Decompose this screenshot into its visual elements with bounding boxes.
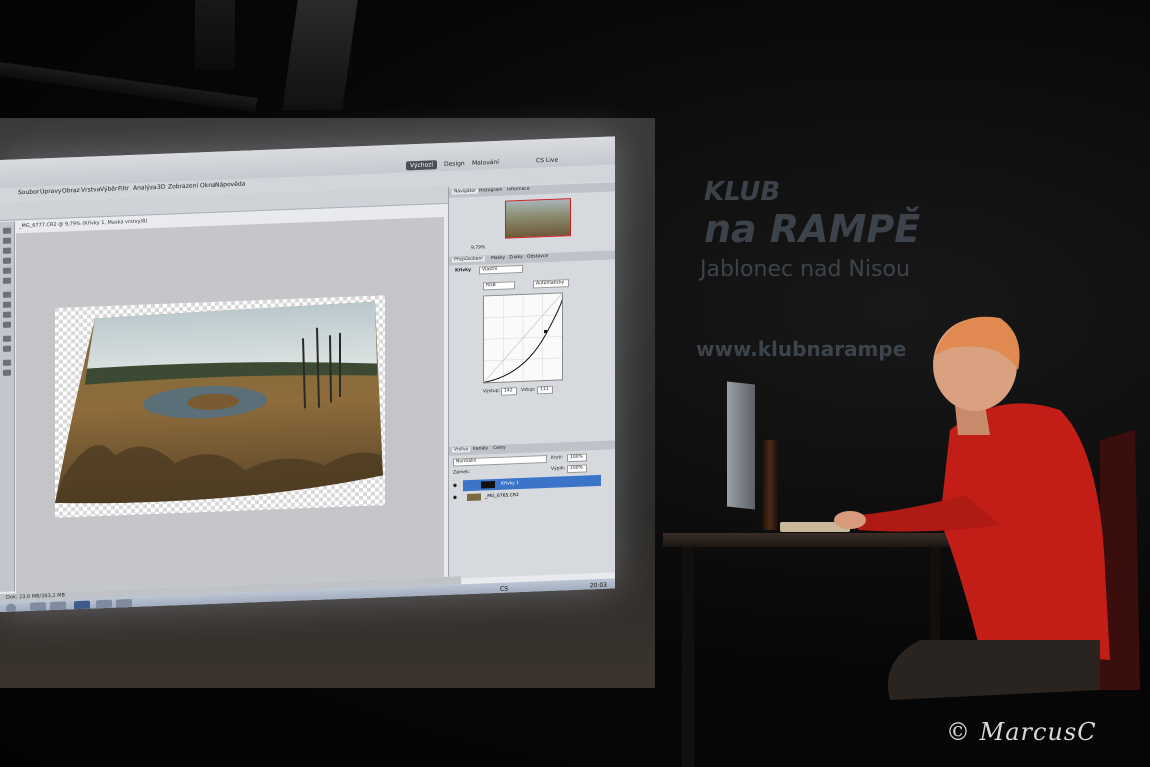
presenter bbox=[834, 316, 1140, 700]
layers-panel-tabs: Vrstvy Kanály Cesty bbox=[449, 440, 615, 456]
tab-navigator[interactable]: Navigátor bbox=[452, 188, 479, 195]
opacity-field[interactable]: 100% bbox=[567, 453, 587, 463]
cs-live-button[interactable]: CS Live bbox=[532, 155, 562, 165]
brush-tool-icon[interactable] bbox=[3, 291, 11, 298]
menu-item[interactable]: Vrstva bbox=[81, 186, 100, 194]
ceiling-beam bbox=[195, 0, 235, 70]
curves-graph[interactable] bbox=[483, 292, 563, 384]
workspace-button[interactable]: Výchozí bbox=[406, 160, 438, 171]
channel-select[interactable]: RGB bbox=[483, 281, 515, 291]
workspace-button[interactable]: Malování bbox=[468, 158, 503, 168]
type-tool-icon[interactable] bbox=[3, 345, 11, 352]
menu-item[interactable]: Výběr bbox=[100, 185, 117, 193]
menu-item[interactable]: Úpravy bbox=[40, 188, 61, 196]
tab-info[interactable]: Informace bbox=[507, 187, 530, 193]
projected-photoshop-window: Výchozí Design Malování CS Live Soubor Ú… bbox=[0, 136, 615, 612]
preset-select[interactable]: Vlastní bbox=[479, 264, 523, 275]
menu-item[interactable]: Filtr bbox=[118, 185, 129, 192]
tab-masks[interactable]: Masky bbox=[491, 256, 505, 262]
panels-dock: Navigátor Histogram Informace 9,79% Přiz… bbox=[448, 180, 615, 579]
curve-point bbox=[544, 329, 547, 334]
menu-item[interactable]: Analýza bbox=[133, 184, 157, 192]
language-indicator[interactable]: CS bbox=[500, 585, 508, 592]
adjustment-title: Křivky bbox=[455, 267, 472, 274]
hand-tool-icon[interactable] bbox=[3, 359, 11, 366]
eraser-tool-icon[interactable] bbox=[3, 311, 11, 318]
photographer-watermark: © MarcusC bbox=[946, 718, 1097, 746]
auto-button[interactable]: Automaticky bbox=[533, 279, 569, 289]
ceiling-beam bbox=[282, 0, 358, 110]
layer-mask-thumbnail bbox=[481, 480, 495, 489]
canvas-area[interactable] bbox=[16, 216, 444, 594]
photo-scene: Výchozí Design Malování CS Live Soubor Ú… bbox=[0, 0, 1150, 767]
menu-item[interactable]: Nápověda bbox=[215, 181, 245, 189]
stamp-tool-icon[interactable] bbox=[3, 301, 11, 308]
tab-paragraphs[interactable]: Odstavce bbox=[527, 254, 548, 260]
tab-channels[interactable]: Kanály bbox=[473, 446, 488, 452]
legs bbox=[888, 640, 1100, 700]
menu-item[interactable]: Obraz bbox=[62, 187, 80, 195]
pen-tool-icon[interactable] bbox=[3, 335, 11, 342]
eye-icon[interactable]: ● bbox=[453, 480, 457, 491]
laptop-screen bbox=[727, 381, 755, 510]
gradient-tool-icon[interactable] bbox=[3, 321, 11, 328]
sign-line-2: na RAMPĚ bbox=[704, 207, 921, 251]
layer-thumbnail bbox=[467, 493, 481, 502]
navigator-thumbnail[interactable] bbox=[505, 198, 571, 239]
taskbar-clock: 20:03 bbox=[589, 581, 607, 590]
menu-item[interactable]: Soubor bbox=[18, 188, 39, 196]
bottle bbox=[762, 440, 778, 530]
output-field[interactable]: 142 bbox=[501, 387, 517, 396]
opacity-label: Krytí: bbox=[551, 455, 563, 461]
input-field[interactable]: 111 bbox=[537, 385, 553, 395]
tab-histogram[interactable]: Histogram bbox=[479, 188, 502, 194]
tools-panel bbox=[0, 221, 15, 592]
hand bbox=[834, 511, 866, 529]
move-tool-icon[interactable] bbox=[3, 227, 11, 234]
menu-item[interactable]: Zobrazení bbox=[168, 182, 198, 190]
panorama-image bbox=[55, 295, 385, 518]
torso bbox=[940, 403, 1110, 660]
tab-layers[interactable]: Vrstvy bbox=[452, 446, 471, 453]
eyedropper-tool-icon[interactable] bbox=[3, 277, 11, 284]
start-button[interactable] bbox=[6, 603, 16, 612]
sign-line-1: KLUB bbox=[704, 177, 781, 207]
menu-item[interactable]: 3D bbox=[157, 184, 165, 191]
marquee-tool-icon[interactable] bbox=[3, 237, 11, 244]
lasso-tool-icon[interactable] bbox=[3, 247, 11, 254]
quick-select-tool-icon[interactable] bbox=[3, 257, 11, 264]
desk-leg bbox=[682, 547, 694, 767]
crop-tool-icon[interactable] bbox=[3, 267, 11, 274]
eye-icon[interactable]: ● bbox=[453, 492, 457, 503]
adjustments-panel-tabs: Přizpůsobení Masky Znaky Odstavce bbox=[449, 250, 615, 266]
fill-field[interactable]: 100% bbox=[567, 464, 587, 474]
layer-name: Křivky 1 bbox=[501, 481, 520, 487]
sign-line-3: Jablonec nad Nisou bbox=[700, 257, 910, 282]
menu-item[interactable]: Okna bbox=[200, 182, 216, 190]
layer-name: _MG_6765.CR2 bbox=[485, 493, 519, 500]
tab-characters[interactable]: Znaky bbox=[509, 255, 523, 261]
tab-adjustments[interactable]: Přizpůsobení bbox=[452, 256, 485, 263]
workspace-button[interactable]: Design bbox=[440, 159, 469, 169]
output-label: Výstup: bbox=[483, 388, 500, 395]
tab-paths[interactable]: Cesty bbox=[493, 446, 506, 451]
zoom-tool-icon[interactable] bbox=[3, 369, 11, 376]
zoom-level[interactable]: 9,79% bbox=[471, 245, 485, 251]
lock-label: Zámek: bbox=[453, 469, 471, 476]
blend-mode-select[interactable]: Normální bbox=[453, 454, 547, 467]
fill-label: Výplň: bbox=[551, 466, 566, 472]
input-label: Vstup: bbox=[521, 387, 536, 393]
